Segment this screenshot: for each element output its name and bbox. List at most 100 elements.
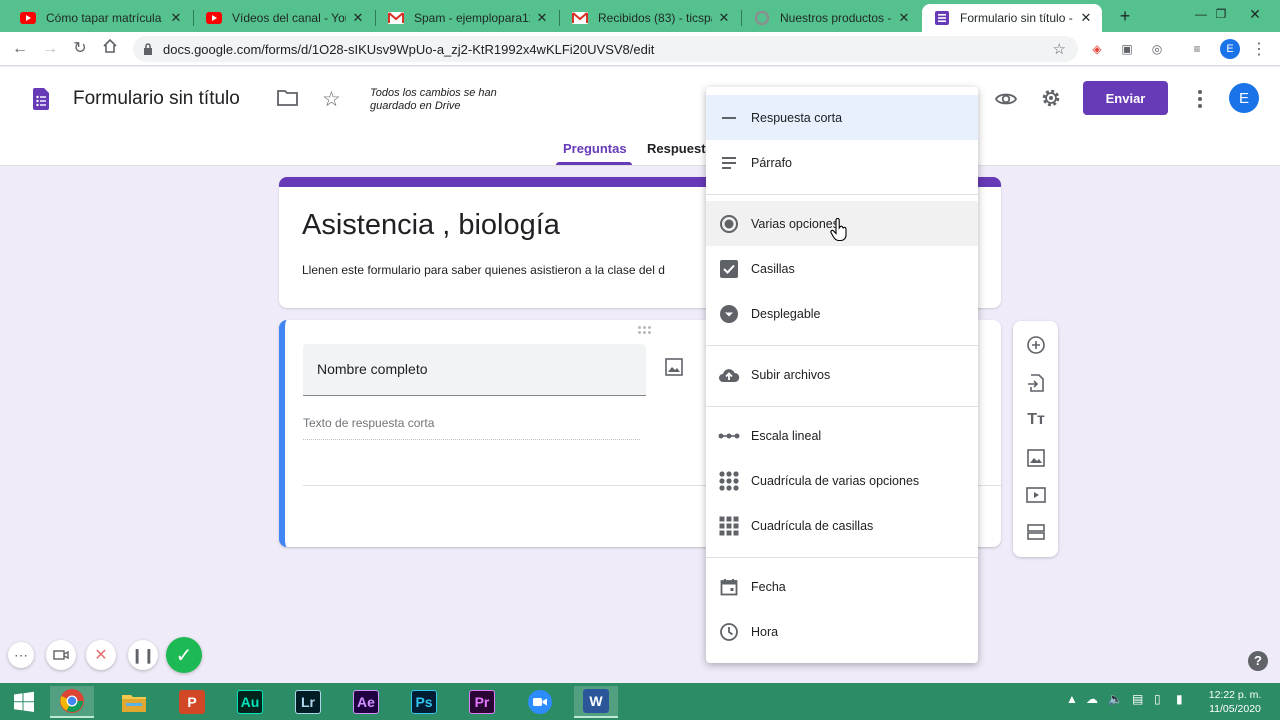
add-question-icon[interactable] <box>1025 334 1047 356</box>
forward-icon[interactable]: → <box>39 38 61 60</box>
menu-item-file-upload[interactable]: Subir archivos <box>706 352 978 397</box>
active-tab-indicator <box>556 162 632 165</box>
clock-icon <box>718 621 740 643</box>
menu-divider <box>706 557 978 558</box>
tab-title: Recibidos (83) - ticspara... <box>598 11 712 25</box>
add-image-icon[interactable] <box>1025 447 1047 469</box>
menu-item-multiple-choice-grid[interactable]: Cuadrícula de varias opciones <box>706 458 978 503</box>
word-icon[interactable]: W <box>574 686 618 718</box>
drag-handle-icon[interactable] <box>638 326 651 334</box>
signal-icon[interactable]: ▮ <box>1176 692 1183 706</box>
onedrive-icon[interactable]: ☁ <box>1086 692 1098 706</box>
browser-tab-strip: Cómo tapar matrícula y ... ✕ Vídeos del … <box>0 0 1280 32</box>
forms-header: Formulario sin título ☆ Todos los cambio… <box>0 67 1280 166</box>
browser-tab[interactable]: Recibidos (83) - ticspara... ✕ <box>560 4 740 32</box>
gear-icon[interactable] <box>1040 87 1062 114</box>
hand-cursor-icon <box>830 217 848 247</box>
document-title[interactable]: Formulario sin título <box>73 88 240 110</box>
close-tab-icon[interactable]: ✕ <box>168 10 184 26</box>
after-effects-icon[interactable]: Ae <box>344 686 388 718</box>
menu-item-label: Subir archivos <box>751 367 831 382</box>
question-title-input[interactable]: Nombre completo <box>303 344 646 396</box>
zoom-icon[interactable] <box>518 686 562 718</box>
photoshop-icon[interactable]: Ps <box>402 686 446 718</box>
extension-icon[interactable]: ▣ <box>1118 40 1136 58</box>
audition-icon[interactable]: Au <box>228 686 272 718</box>
add-section-icon[interactable] <box>1025 521 1047 543</box>
recorder-more-icon[interactable]: ⋯ <box>8 642 34 668</box>
forms-logo-icon[interactable] <box>33 88 49 115</box>
profile-avatar[interactable]: E <box>1220 39 1240 59</box>
browser-tab[interactable]: Vídeos del canal - YouTube ✕ <box>194 4 374 32</box>
omnibox[interactable]: docs.google.com/forms/d/1O28-sIKUsv9WpUo… <box>133 36 1078 62</box>
close-window-icon[interactable]: ✕ <box>1240 0 1270 32</box>
folder-icon[interactable] <box>277 89 298 111</box>
add-title-icon[interactable]: Tт <box>1025 409 1047 431</box>
reading-list-icon[interactable]: ≡ <box>1188 40 1206 58</box>
powerpoint-icon[interactable]: P <box>170 686 214 718</box>
home-icon[interactable] <box>99 38 121 60</box>
close-tab-icon[interactable]: ✕ <box>350 10 366 26</box>
avatar[interactable]: E <box>1229 83 1259 113</box>
extension-icon[interactable]: ◈ <box>1088 40 1106 58</box>
bookmark-star-icon[interactable]: ☆ <box>1053 40 1066 58</box>
form-title[interactable]: Asistencia , biología <box>302 209 560 242</box>
browser-tab-active[interactable]: Formulario sin título - Fo... ✕ <box>922 4 1102 32</box>
menu-item-checkbox-grid[interactable]: Cuadrícula de casillas <box>706 503 978 548</box>
import-questions-icon[interactable] <box>1025 372 1047 394</box>
question-type-menu: Respuesta corta Párrafo Varias opciones … <box>706 87 978 663</box>
short-answer-icon <box>718 107 740 129</box>
menu-item-date[interactable]: Fecha <box>706 564 978 609</box>
file-explorer-icon[interactable] <box>112 686 156 718</box>
windows-start-icon[interactable] <box>2 686 46 718</box>
more-vert-icon[interactable] <box>1190 87 1210 111</box>
image-icon[interactable] <box>665 358 683 381</box>
discard-recording-icon[interactable]: ✕ <box>86 640 116 670</box>
menu-item-checkboxes[interactable]: Casillas <box>706 246 978 291</box>
url-text: docs.google.com/forms/d/1O28-sIKUsv9WpUo… <box>163 42 655 57</box>
clock-time: 12:22 p. m. <box>1208 689 1262 701</box>
chrome-taskbar-icon[interactable] <box>50 686 94 718</box>
menu-item-dropdown[interactable]: Desplegable <box>706 291 978 336</box>
help-icon[interactable]: ? <box>1248 651 1268 671</box>
menu-item-linear-scale[interactable]: Escala lineal <box>706 413 978 458</box>
add-video-icon[interactable] <box>1025 484 1047 506</box>
paragraph-icon <box>718 152 740 174</box>
linear-scale-icon <box>718 425 740 447</box>
finish-recording-icon[interactable]: ✓ <box>166 637 202 673</box>
tray-chevron-icon[interactable]: ▲ <box>1066 692 1078 706</box>
tab-questions[interactable]: Preguntas <box>563 141 627 156</box>
send-button[interactable]: Enviar <box>1083 81 1168 115</box>
battery-icon[interactable]: ▯ <box>1154 692 1161 706</box>
menu-item-short-answer[interactable]: Respuesta corta <box>706 95 978 140</box>
menu-divider <box>706 406 978 407</box>
menu-item-paragraph[interactable]: Párrafo <box>706 140 978 185</box>
pause-icon[interactable]: ❙❙ <box>128 640 158 670</box>
browser-tab[interactable]: Spam - ejemplopara123... ✕ <box>376 4 558 32</box>
lightroom-icon[interactable]: Lr <box>286 686 330 718</box>
back-icon[interactable]: ← <box>9 38 31 60</box>
close-tab-icon[interactable]: ✕ <box>534 10 550 26</box>
star-icon[interactable]: ☆ <box>322 87 341 112</box>
reload-icon[interactable]: ↻ <box>69 38 91 60</box>
menu-item-time[interactable]: Hora <box>706 609 978 654</box>
dropdown-icon <box>718 303 740 325</box>
premiere-icon[interactable]: Pr <box>460 686 504 718</box>
browser-tab[interactable]: Cómo tapar matrícula y ... ✕ <box>8 4 192 32</box>
close-tab-icon[interactable]: ✕ <box>1078 10 1094 26</box>
network-icon[interactable]: ▤ <box>1132 692 1143 706</box>
youtube-icon <box>20 10 36 26</box>
restore-icon[interactable]: ❐ <box>1206 0 1236 32</box>
eye-icon[interactable] <box>994 87 1018 116</box>
new-tab-button[interactable]: + <box>1115 6 1135 26</box>
chrome-menu-icon[interactable]: ⋮ <box>1250 40 1268 58</box>
close-tab-icon[interactable]: ✕ <box>896 10 912 26</box>
extension-icon[interactable]: ◎ <box>1148 40 1166 58</box>
form-description[interactable]: Llenen este formulario para saber quiene… <box>302 263 665 277</box>
volume-icon[interactable]: 🔈 <box>1108 692 1123 706</box>
question-toolbar: Tт <box>1013 321 1058 557</box>
taskbar-clock[interactable]: 12:22 p. m. 11/05/2020 <box>1200 688 1270 716</box>
close-tab-icon[interactable]: ✕ <box>716 10 732 26</box>
webcam-icon[interactable] <box>46 640 76 670</box>
browser-tab[interactable]: Nuestros productos - Go... ✕ <box>742 4 920 32</box>
